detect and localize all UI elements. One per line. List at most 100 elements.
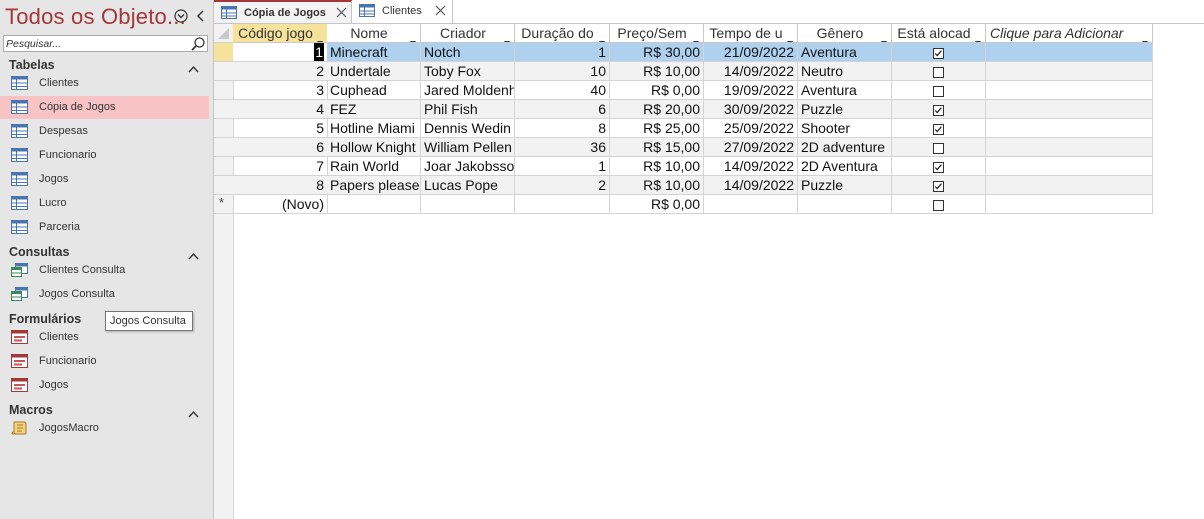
table-cell[interactable]: 10: [515, 62, 610, 81]
checkbox[interactable]: [933, 67, 944, 78]
table-cell[interactable]: [892, 195, 986, 214]
nav-item-despesas[interactable]: Despesas: [0, 120, 209, 143]
table-cell[interactable]: R$ 30,00: [610, 43, 704, 62]
table-cell[interactable]: Shooter: [798, 119, 892, 138]
table-cell[interactable]: 30/09/2022: [704, 100, 798, 119]
record-selector[interactable]: [214, 138, 233, 157]
table-cell[interactable]: Hotline Miami: [327, 119, 421, 138]
table-cell[interactable]: Toby Fox: [421, 62, 515, 81]
column-header-codigo-jogo[interactable]: Código jogo: [233, 24, 328, 43]
table-cell[interactable]: 6: [233, 138, 328, 157]
table-cell[interactable]: [892, 100, 986, 119]
table-cell[interactable]: 14/09/2022: [704, 176, 798, 195]
table-cell[interactable]: [892, 157, 986, 176]
table-cell[interactable]: Aventura: [798, 43, 892, 62]
table-cell[interactable]: [892, 176, 986, 195]
table-cell[interactable]: 36: [515, 138, 610, 157]
table-cell[interactable]: 14/09/2022: [704, 157, 798, 176]
table-cell[interactable]: 2: [515, 176, 610, 195]
table-cell[interactable]: [986, 100, 1153, 119]
checkbox[interactable]: [933, 200, 944, 211]
chevron-down-circle-icon[interactable]: [174, 9, 188, 23]
checkbox[interactable]: [933, 48, 944, 59]
column-header-nome[interactable]: Nome: [327, 24, 421, 43]
select-all-corner[interactable]: [214, 24, 233, 43]
nav-item-jogos[interactable]: Jogos: [0, 168, 209, 191]
nav-item-copia-de-jogos[interactable]: Cópia de Jogos: [0, 96, 209, 119]
nav-item-funcionario[interactable]: Funcionario: [0, 350, 209, 373]
column-header-clique-para-adicionar[interactable]: Clique para Adicionar: [986, 24, 1153, 43]
table-cell[interactable]: Joar Jakobsson: [421, 157, 515, 176]
nav-pane-title[interactable]: Todos os Objeto...: [5, 4, 186, 30]
table-cell[interactable]: [892, 138, 986, 157]
table-cell[interactable]: Papers please: [327, 176, 421, 195]
table-cell[interactable]: [986, 119, 1153, 138]
record-selector[interactable]: [214, 176, 233, 195]
table-cell[interactable]: [892, 43, 986, 62]
nav-item-lucro[interactable]: Lucro: [0, 192, 209, 215]
table-cell[interactable]: [798, 195, 892, 214]
table-cell[interactable]: 1: [515, 157, 610, 176]
table-cell[interactable]: 19/09/2022: [704, 81, 798, 100]
record-selector[interactable]: [214, 100, 233, 119]
tab-clientes[interactable]: Clientes: [352, 0, 453, 23]
table-cell[interactable]: [892, 62, 986, 81]
table-cell[interactable]: [986, 195, 1153, 214]
table-cell[interactable]: R$ 0,00: [610, 81, 704, 100]
column-header-genero[interactable]: Gênero: [798, 24, 892, 43]
table-cell[interactable]: Jared Moldenhauer: [421, 81, 515, 100]
nav-item-jogos[interactable]: Jogos: [0, 374, 209, 397]
checkbox[interactable]: [933, 143, 944, 154]
table-cell[interactable]: Notch: [421, 43, 515, 62]
checkbox[interactable]: [933, 162, 944, 173]
column-header-esta-alocad[interactable]: Está alocad: [892, 24, 986, 43]
table-cell[interactable]: (Novo): [233, 195, 328, 214]
table-cell[interactable]: R$ 10,00: [610, 157, 704, 176]
table-cell[interactable]: [515, 195, 610, 214]
column-header-criador[interactable]: Criador: [421, 24, 515, 43]
chevron-up-icon[interactable]: [188, 405, 199, 418]
table-cell[interactable]: 5: [233, 119, 328, 138]
table-cell[interactable]: R$ 10,00: [610, 176, 704, 195]
table-cell[interactable]: 8: [515, 119, 610, 138]
table-cell[interactable]: 2D adventure: [798, 138, 892, 157]
table-cell[interactable]: R$ 25,00: [610, 119, 704, 138]
table-cell[interactable]: 2: [233, 62, 328, 81]
table-cell[interactable]: [986, 138, 1153, 157]
table-cell[interactable]: [986, 62, 1153, 81]
table-cell[interactable]: 8: [233, 176, 328, 195]
nav-item-funcionario[interactable]: Funcionario: [0, 144, 209, 167]
table-cell[interactable]: 7: [233, 157, 328, 176]
table-cell[interactable]: [986, 81, 1153, 100]
table-cell[interactable]: 40: [515, 81, 610, 100]
close-icon[interactable]: [335, 6, 348, 19]
table-cell[interactable]: Neutro: [798, 62, 892, 81]
table-cell[interactable]: 1: [233, 43, 328, 62]
checkbox[interactable]: [933, 105, 944, 116]
nav-item-parceria[interactable]: Parceria: [0, 216, 209, 239]
column-header-preco-sem[interactable]: Preço/Sem: [610, 24, 704, 43]
checkbox[interactable]: [933, 124, 944, 135]
checkbox[interactable]: [933, 181, 944, 192]
tab-copia-de-jogos[interactable]: Cópia de Jogos: [214, 0, 352, 23]
table-cell[interactable]: Puzzle: [798, 176, 892, 195]
table-cell[interactable]: [892, 119, 986, 138]
nav-item-clientes-consulta[interactable]: Clientes Consulta: [0, 259, 209, 282]
table-cell[interactable]: 1: [515, 43, 610, 62]
dropdown-arrow-icon[interactable]: [1142, 32, 1148, 42]
dropdown-arrow-icon[interactable]: [504, 32, 510, 42]
table-cell[interactable]: [327, 195, 421, 214]
table-cell[interactable]: William Pellen: [421, 138, 515, 157]
table-cell[interactable]: [986, 43, 1153, 62]
table-cell[interactable]: 2D Aventura: [798, 157, 892, 176]
table-cell[interactable]: [986, 176, 1153, 195]
table-cell[interactable]: [892, 81, 986, 100]
record-selector[interactable]: [214, 81, 233, 100]
dropdown-arrow-icon[interactable]: [787, 32, 793, 42]
dropdown-arrow-icon[interactable]: [975, 32, 981, 42]
table-cell[interactable]: 27/09/2022: [704, 138, 798, 157]
table-cell[interactable]: R$ 15,00: [610, 138, 704, 157]
dropdown-arrow-icon[interactable]: [599, 32, 605, 42]
table-cell[interactable]: Minecraft: [327, 43, 421, 62]
table-cell[interactable]: Undertale: [327, 62, 421, 81]
